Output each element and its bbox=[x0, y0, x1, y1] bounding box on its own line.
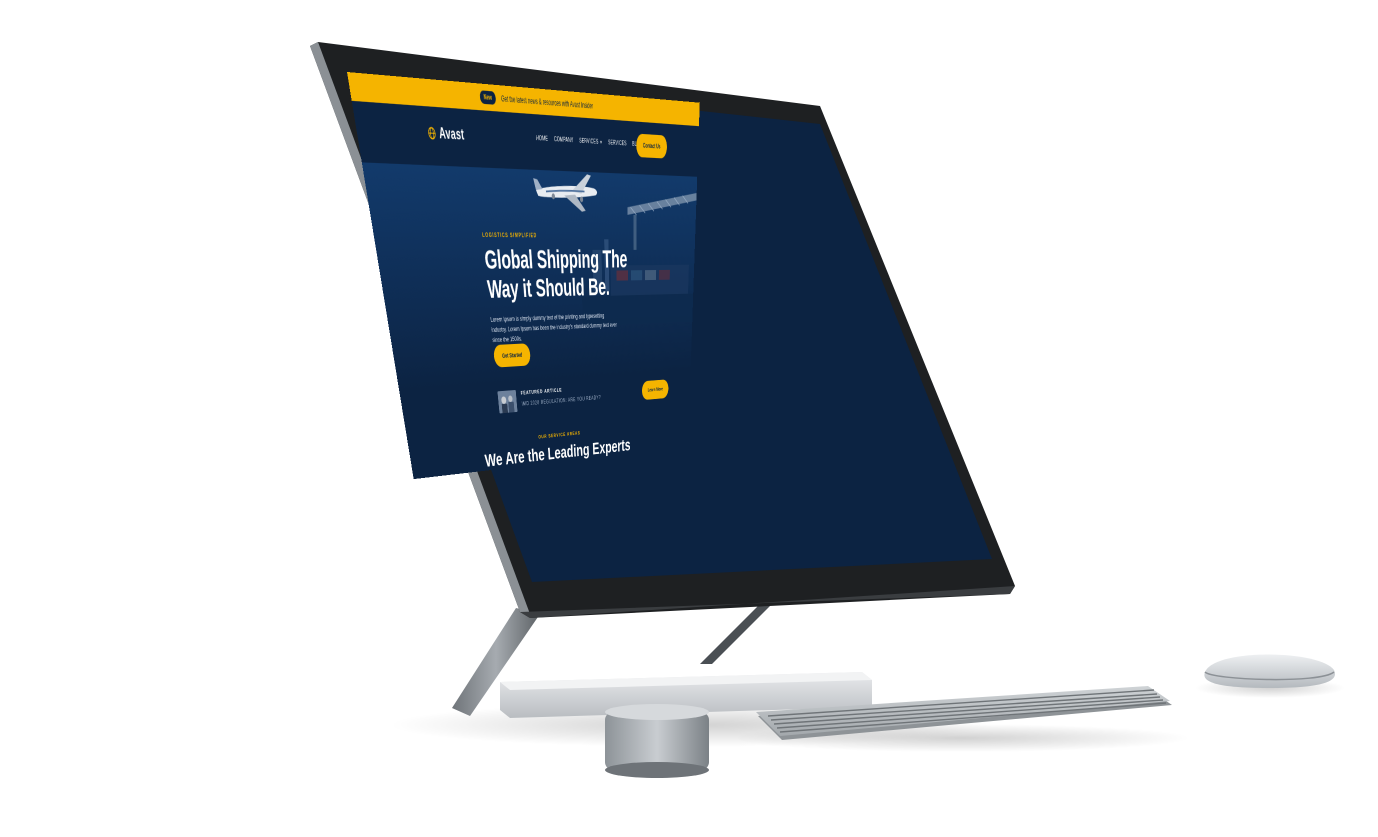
nav-item-label: SERVICES bbox=[579, 137, 599, 146]
nav-item-services[interactable]: SERVICES bbox=[608, 139, 627, 147]
mouse bbox=[1204, 654, 1336, 688]
featured-article-title[interactable]: IMO 2020 REGULATION: ARE YOU READY? bbox=[521, 394, 601, 407]
hero-title-line-2: Way it Should Be. bbox=[486, 273, 610, 304]
globe-icon bbox=[427, 126, 437, 141]
hero-title-line-1: Global Shipping The bbox=[483, 245, 628, 275]
announcement-link[interactable]: Get the latest news & resources with Ava… bbox=[501, 92, 593, 112]
hero-eyebrow: LOGISTICS SIMPLIFIED bbox=[481, 231, 538, 239]
airplane-image bbox=[533, 173, 598, 212]
learn-more-button[interactable]: Learn More bbox=[641, 379, 669, 401]
device-mockup-scene: New Get the latest news & resources with… bbox=[0, 0, 1378, 837]
nav-item-home[interactable]: HOME bbox=[536, 134, 548, 142]
featured-article-thumbnail[interactable] bbox=[497, 389, 518, 414]
nav-item-services-dropdown[interactable]: SERVICES ▼ bbox=[579, 137, 602, 146]
contact-us-button[interactable]: Contact Us bbox=[636, 133, 668, 159]
hero-description: Lorem Ipsum is simply dummy text of the … bbox=[490, 311, 617, 344]
base-puck bbox=[605, 712, 709, 770]
article-image bbox=[497, 389, 518, 414]
featured-article-label: FEATURED ARTICLE bbox=[520, 387, 563, 397]
new-badge: New bbox=[479, 90, 497, 105]
hero-section: LOGISTICS SIMPLIFIED Global Shipping The… bbox=[361, 162, 698, 391]
chevron-down-icon: ▼ bbox=[599, 139, 603, 145]
brand-logo[interactable]: Avast bbox=[427, 124, 465, 144]
get-started-button[interactable]: Get Started bbox=[492, 343, 531, 368]
nav-item-company[interactable]: COMPANY bbox=[554, 136, 574, 145]
monitor-arm-back bbox=[700, 606, 770, 664]
brand-name: Avast bbox=[438, 124, 466, 144]
hero-title: Global Shipping The Way it Should Be. bbox=[483, 245, 628, 304]
main-nav: HOME COMPANY SERVICES ▼ SERVICES BLOG bbox=[536, 134, 642, 148]
